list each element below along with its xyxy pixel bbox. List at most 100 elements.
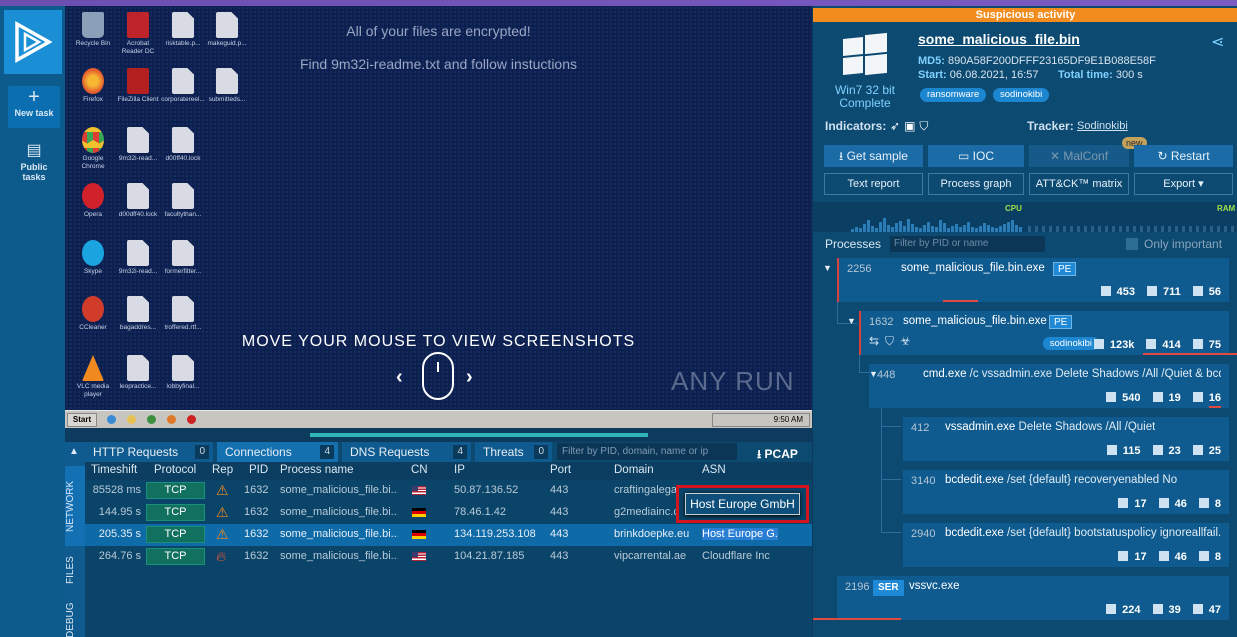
desktop-icon[interactable]: d00dff40.lock — [116, 183, 160, 219]
desktop-icon[interactable]: corporatereel... — [161, 68, 205, 104]
pe-badge: PE — [1053, 262, 1077, 276]
desktop-icon[interactable]: submitteds... — [205, 68, 249, 104]
ram-bar — [1126, 226, 1129, 232]
only-important-checkbox[interactable]: Only important — [1126, 237, 1222, 251]
desktop-icon[interactable]: Skype — [71, 240, 115, 276]
tab-network[interactable]: NETWORK — [65, 466, 85, 546]
desktop-icon-label: Acrobat Reader DC — [121, 40, 155, 55]
desktop-icon[interactable]: formerfitter... — [161, 240, 205, 276]
protocol-badge: TCP — [146, 504, 205, 521]
tab-dns-requests[interactable]: DNS Requests 4 — [342, 442, 471, 462]
new-task-button[interactable]: + New task — [8, 86, 60, 128]
desktop-icon[interactable]: d00ff40.lock — [161, 127, 205, 163]
table-row[interactable]: 264.76 s TCP 🔥︎ 1632 some_malicious_file.bi.… — [85, 546, 812, 568]
desktop-icon[interactable]: Opera — [71, 183, 115, 219]
tab-connections[interactable]: Connections 4 — [217, 442, 338, 462]
tab-label: Threats — [483, 445, 524, 459]
doc-icon — [127, 240, 149, 266]
desktop-icon[interactable]: facultythan... — [161, 183, 205, 219]
col-cn[interactable]: CN — [411, 464, 428, 476]
prev-arrow-icon[interactable]: ‹ — [396, 366, 403, 389]
cpu-bar — [911, 224, 914, 232]
collapse-up-icon[interactable]: ▲ — [69, 446, 79, 457]
desktop-icon[interactable]: CCleaner — [71, 296, 115, 332]
desktop-icon[interactable]: troffered.rtf... — [161, 296, 205, 332]
desktop-icon[interactable]: Firefox — [71, 68, 115, 104]
process-card[interactable]: 448 cmd.exe /c vssadmin.exe Delete Shadow… — [869, 364, 1229, 408]
windows-icon[interactable]: ▣ — [904, 119, 919, 133]
next-arrow-icon[interactable]: › — [466, 366, 473, 389]
desktop-icon[interactable]: FileZilla Client — [116, 68, 160, 104]
restart-button[interactable]: ↻ Restart — [1134, 145, 1233, 167]
col-rep[interactable]: Rep — [212, 464, 233, 476]
desktop-icon[interactable]: bagaddres... — [116, 296, 160, 332]
restart-icon: ↻ — [1157, 149, 1171, 163]
expand-caret-icon[interactable]: ▼ — [847, 316, 856, 326]
expand-caret-icon[interactable]: ▼ — [869, 369, 878, 379]
cpu-bar — [1019, 227, 1022, 232]
tab-debug[interactable]: DEBUG — [65, 600, 85, 637]
process-card[interactable]: 412 vssadmin.exe Delete Shadows /All /Qui… — [903, 417, 1229, 461]
process-card[interactable]: 2196 SER vssvc.exe 224 39 47 — [813, 576, 1229, 620]
desktop-screenshot[interactable]: Recycle Bin Acrobat Reader DC risktable.p.… — [65, 6, 812, 410]
cell-port: 443 — [550, 550, 569, 562]
desktop-icon[interactable]: leopractice... — [116, 355, 160, 391]
md5-row: MD5: 890A58F200DFFF23165DF9E1B088E58F — [918, 55, 1156, 67]
caret-down-icon: ▾ — [1198, 178, 1204, 190]
ioc-button[interactable]: ▭ IOC — [928, 145, 1024, 167]
ram-bar — [1112, 226, 1115, 232]
col-protocol[interactable]: Protocol — [154, 464, 196, 476]
public-tasks-button[interactable]: ▤ Public tasks — [8, 140, 60, 182]
modules-icon — [1192, 445, 1203, 455]
windows-logo-icon — [839, 32, 889, 78]
desktop-icon[interactable]: Google Chrome — [71, 127, 115, 171]
export-button[interactable]: Export ▾ — [1134, 173, 1233, 195]
file-icon — [1106, 604, 1117, 614]
desktop-icon[interactable]: 9m32i-read... — [116, 127, 160, 163]
ram-bar — [1028, 226, 1031, 232]
process-filter-input[interactable]: Filter by PID or name — [890, 236, 1045, 252]
fire-icon: 🔥︎ — [216, 548, 227, 564]
tab-files[interactable]: FILES — [65, 550, 85, 590]
start-button[interactable]: Start — [67, 413, 97, 427]
tab-threats[interactable]: Threats 0 — [475, 442, 552, 462]
file-name[interactable]: some_malicious_file.bin — [918, 31, 1080, 47]
tag-sodinokibi[interactable]: sodinokibi — [993, 88, 1050, 102]
get-sample-button[interactable]: ⭳ Get sample — [824, 145, 923, 167]
us-flag-icon — [412, 552, 426, 561]
desktop-icon[interactable]: lobbyfinal... — [161, 355, 205, 391]
process-card[interactable]: 3140 bcdedit.exe /set {default} recoverye… — [903, 470, 1229, 514]
process-card[interactable]: 1632 some_malicious_file.bin.exe PE sodino… — [859, 311, 1237, 355]
tracker-link[interactable]: Sodinokibi — [1077, 120, 1128, 132]
rocket-icon[interactable]: ➶ — [890, 119, 904, 133]
attck-matrix-button[interactable]: ATT&CK™ matrix — [1029, 173, 1129, 195]
tab-http-requests[interactable]: HTTP Requests 0 — [85, 442, 213, 462]
connections-filter-input[interactable]: Filter by PID, domain, name or ip — [557, 443, 737, 460]
desktop-icon[interactable]: VLC media player — [71, 355, 115, 399]
malconf-button[interactable]: ✕ MalConf new — [1029, 137, 1147, 167]
col-ip[interactable]: IP — [454, 464, 465, 476]
col-domain[interactable]: Domain — [614, 464, 654, 476]
process-pid: 412 — [911, 422, 930, 434]
col-process-name[interactable]: Process name — [280, 464, 354, 476]
text-report-button[interactable]: Text report — [824, 173, 923, 195]
shield-icon[interactable]: ⛉ — [919, 119, 932, 133]
process-exe: vssadmin.exe — [945, 421, 1016, 433]
desktop-icon-label: corporatereel... — [161, 96, 205, 103]
process-card[interactable]: 2940 bcdedit.exe /set {default} bootstatu… — [903, 523, 1229, 567]
process-card[interactable]: 2256 some_malicious_file.bin.exe PE 453 711… — [837, 258, 1229, 302]
col-asn[interactable]: ASN — [702, 464, 726, 476]
stat-modules: 56 — [1208, 286, 1221, 298]
app-logo[interactable] — [4, 10, 62, 74]
share-icon[interactable]: ⋖ — [1211, 32, 1224, 52]
desktop-icon[interactable]: 9m32i-read... — [116, 240, 160, 276]
col-timeshift[interactable]: Timeshift — [91, 464, 137, 476]
process-stats: 17 46 8 — [1106, 498, 1221, 510]
tag-ransomware[interactable]: ransomware — [920, 88, 987, 102]
col-pid[interactable]: PID — [249, 464, 268, 476]
cpu-bar — [851, 229, 854, 232]
table-row[interactable]: 205.35 s TCP ⚠ 1632 some_malicious_file.bi..… — [85, 524, 812, 546]
expand-caret-icon[interactable]: ▼ — [823, 263, 832, 273]
process-graph-button[interactable]: Process graph — [928, 173, 1024, 195]
col-port[interactable]: Port — [550, 464, 571, 476]
